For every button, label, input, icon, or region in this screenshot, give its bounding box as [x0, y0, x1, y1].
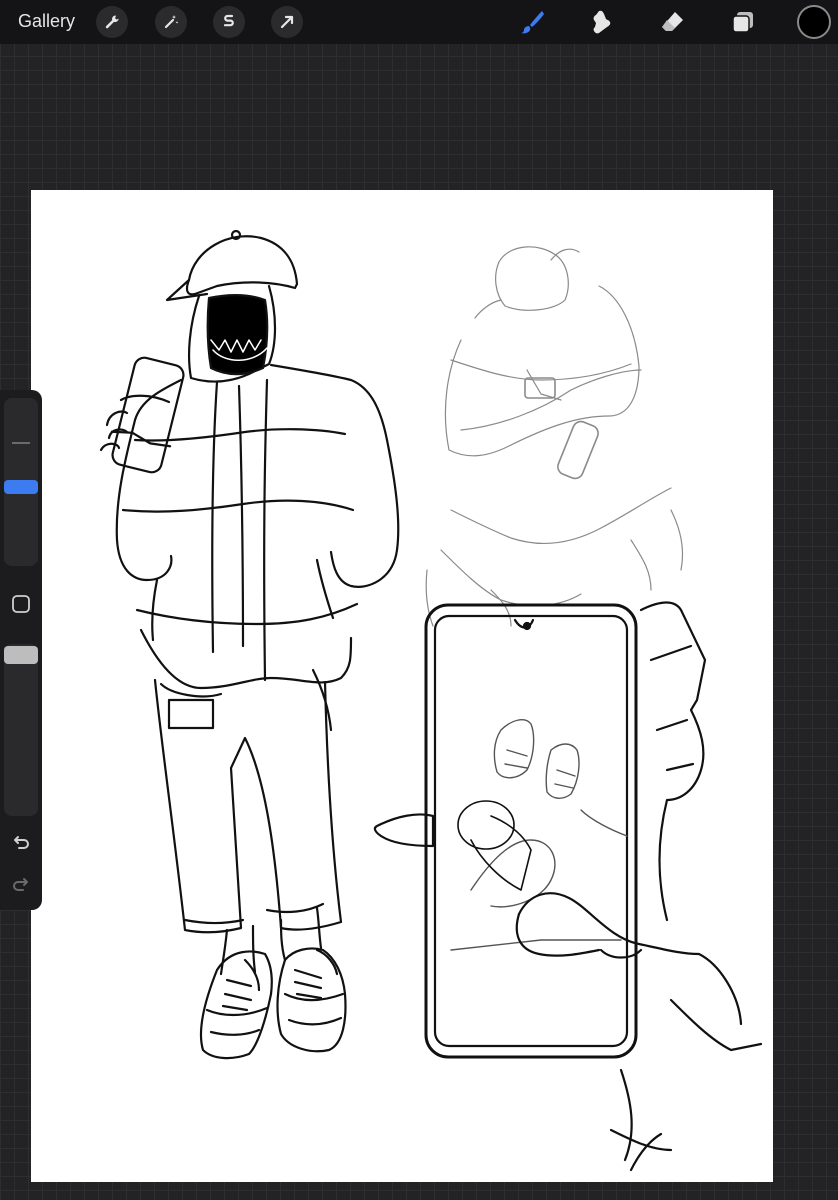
- selection-icon[interactable]: [213, 6, 245, 38]
- sketch-figure: [425, 246, 684, 627]
- wrench-icon[interactable]: [96, 6, 128, 38]
- transform-arrow-icon[interactable]: [271, 6, 303, 38]
- brush-icon[interactable]: [514, 4, 550, 40]
- standing-figure: [99, 229, 400, 1060]
- square-icon[interactable]: [7, 590, 35, 618]
- magic-wand-icon[interactable]: [155, 6, 187, 38]
- redo-icon[interactable]: [7, 872, 35, 900]
- undo-icon[interactable]: [7, 830, 35, 858]
- slider-tick: [12, 442, 30, 444]
- phone-in-hand: [373, 601, 763, 1172]
- color-swatch[interactable]: [797, 5, 831, 39]
- smudge-icon[interactable]: [585, 4, 621, 40]
- gallery-button[interactable]: Gallery: [18, 11, 75, 32]
- side-toolbar: [0, 390, 42, 910]
- top-toolbar: Gallery: [0, 0, 838, 44]
- opacity-slider[interactable]: [4, 644, 38, 816]
- line-art-illustration: [99, 229, 763, 1172]
- eraser-icon[interactable]: [655, 4, 691, 40]
- opacity-thumb[interactable]: [4, 646, 38, 664]
- layers-icon[interactable]: [725, 4, 761, 40]
- drawing-canvas[interactable]: [31, 190, 773, 1182]
- brush-size-thumb[interactable]: [4, 480, 38, 494]
